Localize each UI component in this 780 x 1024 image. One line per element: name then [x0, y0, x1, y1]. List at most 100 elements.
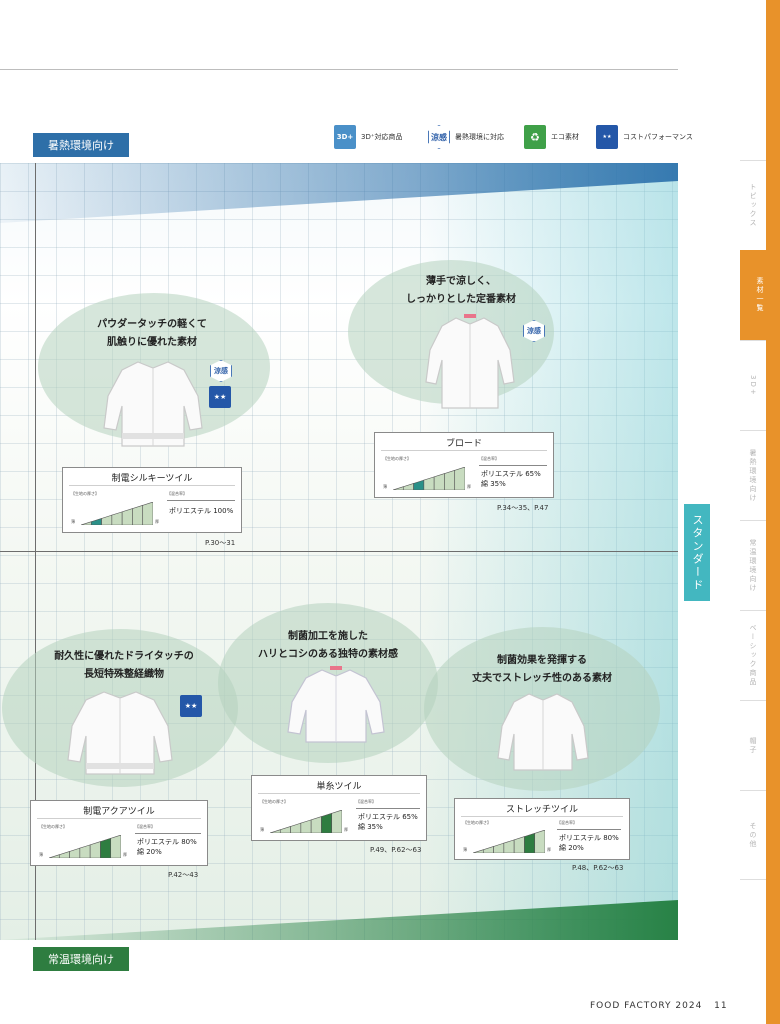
thin-label: 薄 [39, 852, 43, 857]
legend-label: 暑熱環境に対応 [455, 133, 504, 141]
card-divider [258, 793, 420, 794]
thickness-segment [524, 832, 536, 853]
thickness-label: 【生地の厚さ】 [71, 491, 99, 496]
material-name: 制電シルキーツイル [111, 474, 193, 484]
legend-cost: ★★ コストパフォーマンス [596, 125, 693, 149]
mix-label: 【混合率】 [479, 456, 499, 461]
page-footer: FOOD FACTORY 2024 11 [590, 1001, 728, 1011]
thickness-scale [393, 467, 465, 490]
legend-label: 3D⁺対応商品 [361, 133, 403, 141]
card-divider [381, 450, 547, 451]
thickness-segment [100, 837, 112, 858]
standard-tab: スタンダード [684, 504, 710, 601]
thick-label: 厚 [467, 484, 471, 489]
legend-label: エコ素材 [551, 133, 579, 141]
material-card: 制電シルキーツイル 【生地の厚さ】 薄 厚 【混合率】 ポリエステル 100% [62, 467, 242, 533]
thickness-label: 【生地の厚さ】 [39, 824, 67, 829]
mix-value: ポリエステル 65% 綿 35% [358, 813, 418, 831]
material-name: ストレッチツイル [505, 805, 578, 815]
mix-label: 【混合率】 [135, 824, 155, 829]
card-divider [69, 485, 235, 486]
catch-copy: 薄手で涼しく、 しっかりとした定番素材 [406, 276, 516, 305]
thin-label: 薄 [71, 519, 75, 524]
thickness-scale [81, 502, 153, 525]
thickness-segment [513, 836, 525, 853]
sidebar-item-3d[interactable]: 3D+ [740, 340, 766, 430]
page-reference: P.30〜31 [205, 539, 236, 547]
material-card: 制電アクアツイル 【生地の厚さ】 薄 厚 【混合率】 ポリエステル 80% 綿 … [30, 800, 208, 866]
thickness-segment [79, 844, 91, 858]
thick-label: 厚 [155, 519, 159, 524]
sidebar-item-basic[interactable]: ベーシック商品 [740, 610, 766, 700]
page-reference: P.34〜35、P.47 [497, 504, 549, 512]
sidebar-item-caps[interactable]: 帽子 [740, 700, 766, 790]
env-normal-label: 常温環境向け [33, 947, 129, 971]
page-reference: P.49、P.62〜63 [370, 846, 422, 854]
material-card: ストレッチツイル 【生地の厚さ】 薄 厚 【混合率】 ポリエステル 80% 綿 … [454, 798, 630, 860]
mix-divider [356, 808, 420, 809]
material-name: 単糸ツイル [316, 782, 362, 792]
cost-performance-icon: ★★ [596, 125, 618, 149]
thickness-segment [444, 469, 456, 490]
thickness-segment [279, 826, 291, 833]
thickness-segment [142, 502, 153, 525]
thickness-segment [321, 812, 333, 833]
page-number: 11 [714, 1001, 728, 1011]
page-reference: P.48、P.62〜63 [572, 864, 624, 872]
thickness-segment [331, 810, 342, 833]
card-divider [37, 818, 201, 819]
catch-copy: 制菌加工を施した ハリとコシのある独特の素材感 [258, 631, 398, 660]
thickness-segment [49, 854, 60, 858]
3d-plus-icon: 3D+ [334, 125, 356, 149]
cost-performance-icon: ★★ [180, 695, 202, 717]
side-index: トピックス 素材一覧 3D+ 暑熱環境向け 常温環境向け ベーシック商品 帽子 … [740, 0, 780, 1024]
sidebar-item-other[interactable]: その他 [740, 790, 766, 880]
horizontal-axis [0, 551, 678, 552]
thickness-segment [101, 514, 113, 525]
thin-label: 薄 [383, 484, 387, 489]
eco-material-icon: ♻ [524, 125, 546, 149]
jacket-image [287, 666, 385, 743]
mix-value: ポリエステル 100% [169, 507, 234, 515]
sidebar-item-materials[interactable]: 素材一覧 [740, 250, 780, 340]
mix-divider [135, 833, 201, 834]
jacket-image [103, 361, 203, 447]
mix-value: ポリエステル 80% 綿 20% [137, 838, 197, 856]
thickness-segment [393, 486, 404, 490]
thickness-label: 【生地の厚さ】 [463, 820, 491, 825]
legend-3d: 3D+ 3D⁺対応商品 [334, 125, 403, 149]
thickness-segment [290, 822, 302, 833]
thickness-segment [270, 829, 281, 833]
top-rule [0, 69, 678, 70]
thickness-segment [69, 847, 81, 858]
mix-label: 【混合率】 [356, 799, 376, 804]
thickness-segment [310, 816, 322, 833]
catch-copy: 耐久性に優れたドライタッチの 長短特殊整経織物 [54, 651, 194, 680]
cool-feel-icon: 涼感 [428, 125, 450, 149]
thickness-segment [300, 819, 312, 833]
material-card: 単糸ツイル 【生地の厚さ】 薄 厚 【混合率】 ポリエステル 65% 綿 35% [251, 775, 427, 841]
thickness-segment [493, 842, 505, 853]
mix-label: 【混合率】 [557, 820, 577, 825]
mix-divider [557, 829, 621, 830]
thickness-scale [49, 835, 121, 858]
sidebar-item-topics[interactable]: トピックス [740, 160, 766, 250]
thickness-segment [503, 839, 515, 853]
catch-copy: パウダータッチの軽くて 肌触りに優れた素材 [97, 319, 207, 348]
sidebar-item-hot[interactable]: 暑熱環境向け [740, 430, 766, 520]
sidebar-strip [766, 0, 780, 1024]
thickness-segment [534, 830, 545, 853]
catch-copy: 制菌効果を発揮する 丈夫でストレッチ性のある素材 [472, 655, 612, 684]
thickness-segment [433, 473, 445, 490]
thickness-segment [90, 518, 102, 525]
icon-legend: 3D+ 3D⁺対応商品 涼感 暑熱環境に対応 ♻ エコ素材 ★★ コストパフォー… [334, 125, 693, 153]
thick-label: 厚 [547, 847, 551, 852]
thickness-scale [473, 830, 545, 853]
thickness-segment [89, 841, 101, 858]
thickness-scale [270, 810, 342, 833]
sidebar-item-normal[interactable]: 常温環境向け [740, 520, 766, 610]
thickness-label: 【生地の厚さ】 [260, 799, 288, 804]
jacket-image [67, 691, 173, 775]
jacket-image [425, 314, 515, 409]
legend-label: コストパフォーマンス [623, 133, 693, 141]
